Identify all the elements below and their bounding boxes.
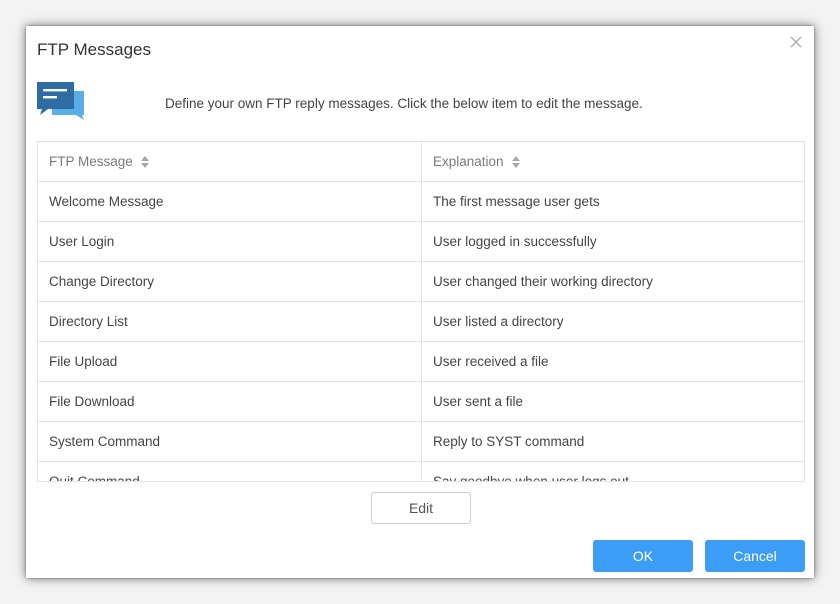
table-header-row: FTP Message Explanation [38,142,804,182]
explanation-cell: User sent a file [421,382,804,421]
column-header-explanation[interactable]: Explanation [421,142,804,181]
column-header-label: FTP Message [49,154,133,169]
message-name-cell: System Command [49,434,161,449]
cancel-button[interactable]: Cancel [705,540,805,572]
explanation-cell: User logged in successfully [421,222,804,261]
ok-button[interactable]: OK [593,540,693,572]
sort-icon[interactable] [140,155,150,169]
message-name-cell: File Upload [49,354,118,369]
message-name-cell: User Login [49,234,115,249]
table-row[interactable]: Welcome Message The first message user g… [38,182,804,222]
table-row[interactable]: System Command Reply to SYST command [38,422,804,462]
column-header-label: Explanation [433,154,504,169]
column-header-ftp-message[interactable]: FTP Message [38,142,421,181]
explanation-cell: Say goodbye when user logs out [421,462,804,481]
ftp-messages-dialog: FTP Messages Define your own FTP reply m… [26,26,814,578]
ftp-messages-table: FTP Message Explanation Welcome Message … [37,141,805,482]
table-row[interactable]: Change Directory User changed their work… [38,262,804,302]
sort-icon[interactable] [511,155,521,169]
table-row[interactable]: File Download User sent a file [38,382,804,422]
table-row[interactable]: Quit Command Say goodbye when user logs … [38,462,804,482]
dialog-title: FTP Messages [37,40,152,59]
table-row[interactable]: Directory List User listed a directory [38,302,804,342]
explanation-cell: The first message user gets [421,182,804,221]
table-row[interactable]: User Login User logged in successfully [38,222,804,262]
message-name-cell: Change Directory [49,274,155,289]
close-icon [790,36,802,48]
explanation-cell: User listed a directory [421,302,804,341]
chat-bubbles-icon [36,81,86,121]
explanation-cell: Reply to SYST command [421,422,804,461]
message-name-cell: Welcome Message [49,194,164,209]
message-name-cell: Quit Command [49,474,140,482]
table-row[interactable]: File Upload User received a file [38,342,804,382]
close-button[interactable] [788,34,804,50]
edit-button[interactable]: Edit [371,492,471,524]
intro-text: Define your own FTP reply messages. Clic… [165,96,643,111]
message-name-cell: File Download [49,394,135,409]
message-name-cell: Directory List [49,314,128,329]
explanation-cell: User changed their working directory [421,262,804,301]
explanation-cell: User received a file [421,342,804,381]
